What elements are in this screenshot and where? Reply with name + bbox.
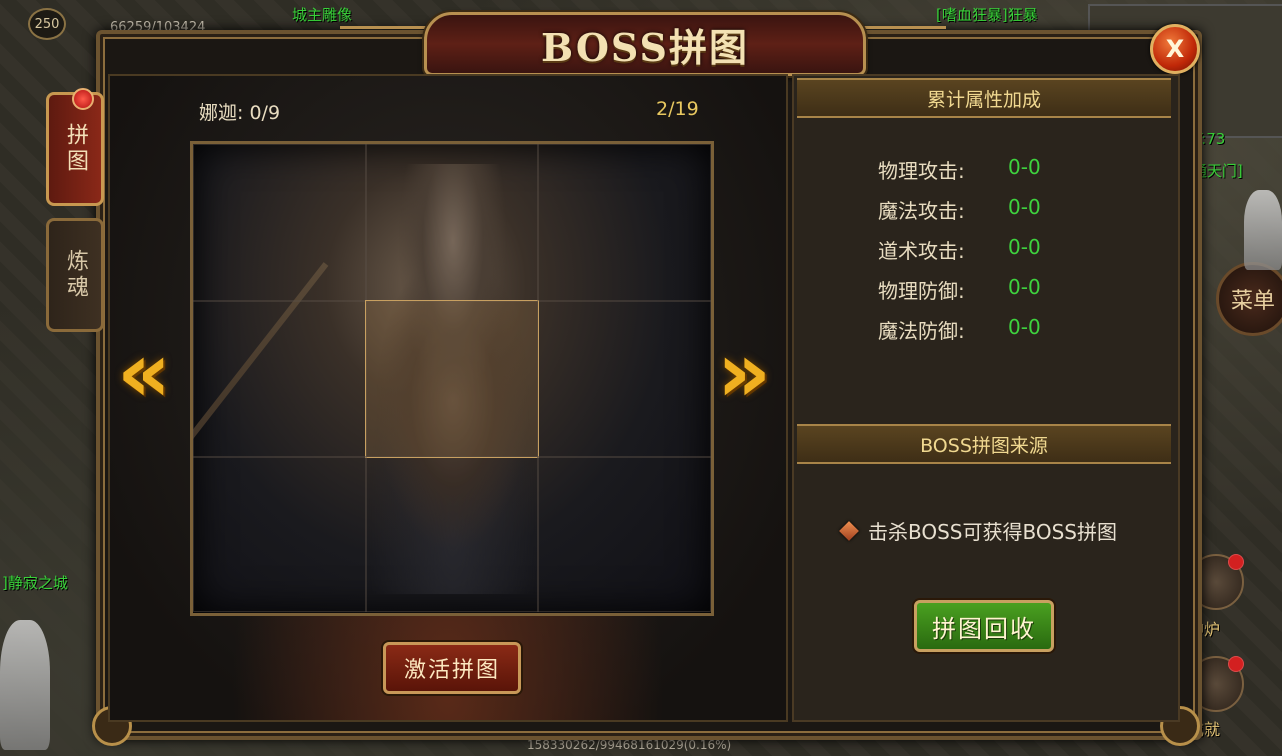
- puzzle-piece[interactable]: [365, 144, 539, 302]
- hud-top-right-label: [嗜血狂暴]狂暴: [936, 6, 1038, 24]
- puzzle-piece[interactable]: [537, 300, 711, 458]
- stat-row: 物理防御: 0-0: [878, 275, 1041, 304]
- puzzle-piece[interactable]: [537, 144, 711, 302]
- hud-left-label: ]静寂之城: [2, 574, 68, 592]
- player-level-badge: 250: [28, 8, 66, 40]
- stat-row: 魔法攻击: 0-0: [878, 195, 1041, 224]
- stat-label: 魔法防御:: [878, 319, 965, 343]
- diamond-bullet-icon: [839, 520, 859, 541]
- title-plate: BOSS拼图: [424, 12, 866, 76]
- boss-name-progress: 娜迦: 0/9: [199, 102, 281, 124]
- puzzle-board[interactable]: [190, 141, 714, 616]
- puzzle-piece-highlighted[interactable]: [365, 300, 539, 458]
- menu-button[interactable]: 菜单: [1216, 262, 1282, 336]
- page-indicator: 2/19: [656, 98, 699, 120]
- stat-label: 魔法攻击:: [878, 199, 965, 223]
- prev-arrow-icon[interactable]: «: [114, 322, 174, 422]
- tab-puzzle[interactable]: 拼图: [46, 92, 104, 206]
- stat-row: 物理攻击: 0-0: [878, 155, 1041, 184]
- source-header: BOSS拼图来源: [797, 424, 1171, 464]
- puzzle-piece[interactable]: [537, 456, 711, 612]
- npc-figure: [1244, 190, 1282, 270]
- npc-figure: [0, 620, 50, 750]
- notification-dot: [1228, 554, 1244, 570]
- stat-row: 魔法防御: 0-0: [878, 315, 1041, 344]
- stat-value: 0-0: [1008, 155, 1041, 179]
- stat-value: 0-0: [1008, 195, 1041, 219]
- stat-value: 0-0: [1008, 235, 1041, 259]
- title-wing-left: [340, 26, 430, 55]
- puzzle-piece[interactable]: [365, 456, 539, 612]
- puzzle-progress: 0/9: [249, 102, 281, 124]
- source-row: 击杀BOSS可获得BOSS拼图: [838, 516, 1117, 545]
- stat-label: 物理攻击:: [878, 159, 965, 183]
- source-text: 击杀BOSS可获得BOSS拼图: [868, 520, 1118, 544]
- notification-dot: [72, 88, 94, 110]
- hud-top-label: 城主雕像: [292, 6, 353, 24]
- puzzle-piece[interactable]: [193, 144, 367, 302]
- stat-label: 道术攻击:: [878, 239, 965, 263]
- boss-name: 娜迦: [199, 102, 238, 124]
- recycle-puzzle-button[interactable]: 拼图回收: [914, 600, 1054, 652]
- stat-label: 物理防御:: [878, 279, 965, 303]
- next-arrow-icon[interactable]: »: [714, 322, 774, 422]
- stat-value: 0-0: [1008, 275, 1041, 299]
- title-wing-right: [856, 26, 946, 55]
- stat-value: 0-0: [1008, 315, 1041, 339]
- close-button[interactable]: X: [1150, 24, 1200, 74]
- puzzle-piece[interactable]: [193, 300, 367, 458]
- puzzle-piece[interactable]: [193, 456, 367, 612]
- panel-title: BOSS拼图: [541, 24, 749, 70]
- experience-text: 158330262/99468161029(0.16%): [527, 738, 732, 752]
- stat-row: 道术攻击: 0-0: [878, 235, 1041, 264]
- activate-puzzle-button[interactable]: 激活拼图: [383, 642, 521, 694]
- tab-soul-refine[interactable]: 炼魂: [46, 218, 104, 332]
- close-icon: X: [1165, 35, 1185, 63]
- notification-dot: [1228, 656, 1244, 672]
- attribute-header: 累计属性加成: [797, 78, 1171, 118]
